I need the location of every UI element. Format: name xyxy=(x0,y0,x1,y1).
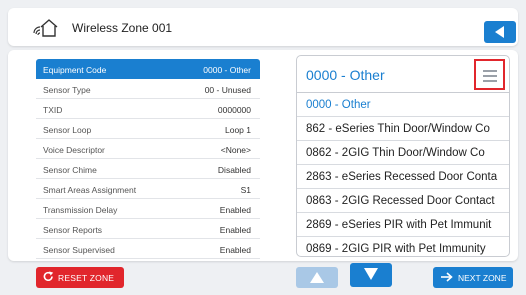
equipment-code-picker: 0000 - Other 0000 - Other 862 - eSeries T… xyxy=(296,55,510,257)
property-row[interactable]: Sensor Chime Disabled xyxy=(36,159,260,179)
property-row[interactable]: Equipment Code 0000 - Other xyxy=(36,59,260,79)
property-value: Enabled xyxy=(219,205,251,215)
property-label: Sensor Reports xyxy=(43,225,103,235)
reset-zone-label: RESET ZONE xyxy=(58,273,115,283)
picker-header: 0000 - Other xyxy=(297,56,509,93)
zone-settings-panel: Equipment Code 0000 - Other Sensor Type 00 … xyxy=(8,50,518,261)
picker-option[interactable]: 0000 - Other xyxy=(297,93,509,117)
property-value: 0000000 xyxy=(217,105,251,115)
picker-selected-value: 0000 - Other xyxy=(306,67,385,83)
property-label: Transmission Delay xyxy=(43,205,118,215)
scroll-up-button[interactable] xyxy=(296,267,338,288)
picker-option[interactable]: 2863 - eSeries Recessed Door Conta xyxy=(297,165,509,189)
picker-option[interactable]: 862 - eSeries Thin Door/Window Co xyxy=(297,117,509,141)
property-label: TXID xyxy=(43,105,63,115)
property-value: Disabled xyxy=(217,165,251,175)
property-row[interactable]: Transmission Delay Enabled xyxy=(36,199,260,219)
scroll-down-button[interactable] xyxy=(350,263,392,287)
next-zone-label: NEXT ZONE xyxy=(458,273,507,283)
property-label: Sensor Supervised xyxy=(43,245,115,255)
property-value: 00 - Unused xyxy=(204,85,251,95)
zone-editor-screen: Wireless Zone 001 Equipment Code 0000 - O… xyxy=(0,0,526,295)
property-label: Sensor Loop xyxy=(43,125,92,135)
page-title: Wireless Zone 001 xyxy=(72,21,173,35)
property-row[interactable]: Sensor Supervised Enabled xyxy=(36,239,260,259)
down-arrow-icon xyxy=(364,268,378,280)
hamburger-menu-icon-bar xyxy=(483,80,497,82)
picker-options-list: 0000 - Other 862 - eSeries Thin Door/Wind… xyxy=(297,93,509,256)
property-row[interactable]: Sensor Reports Enabled xyxy=(36,219,260,239)
refresh-icon xyxy=(43,271,54,284)
property-label: Sensor Type xyxy=(43,85,91,95)
next-zone-button[interactable]: NEXT ZONE xyxy=(433,267,513,288)
header-bar: Wireless Zone 001 xyxy=(8,8,518,46)
picker-option[interactable]: 0869 - 2GIG PIR with Pet Immunity xyxy=(297,237,509,256)
property-label: Equipment Code xyxy=(43,65,107,75)
property-row[interactable]: Smart Areas Assignment S1 xyxy=(36,179,260,199)
back-button[interactable] xyxy=(484,21,516,43)
right-arrow-icon xyxy=(441,272,453,284)
property-value: Enabled xyxy=(219,245,251,255)
picker-option[interactable]: 2869 - eSeries PIR with Pet Immunit xyxy=(297,213,509,237)
property-value: 0000 - Other xyxy=(203,65,251,75)
property-row[interactable]: Voice Descriptor <None> xyxy=(36,139,260,159)
hamburger-menu-icon-bar xyxy=(483,75,497,77)
property-row[interactable]: Sensor Loop Loop 1 xyxy=(36,119,260,139)
wireless-sensor-house-icon xyxy=(32,16,58,40)
property-label: Sensor Chime xyxy=(43,165,97,175)
reset-zone-button[interactable]: RESET ZONE xyxy=(36,267,124,288)
property-value: Loop 1 xyxy=(225,125,251,135)
hamburger-menu-icon xyxy=(483,70,497,72)
property-row[interactable]: Sensor Type 00 - Unused xyxy=(36,79,260,99)
back-arrow-icon xyxy=(495,26,504,38)
up-arrow-icon xyxy=(310,272,324,283)
property-label: Smart Areas Assignment xyxy=(43,185,137,195)
property-value: <None> xyxy=(220,145,251,155)
menu-button[interactable] xyxy=(474,59,505,90)
picker-option[interactable]: 0863 - 2GIG Recessed Door Contact xyxy=(297,189,509,213)
picker-option[interactable]: 0862 - 2GIG Thin Door/Window Co xyxy=(297,141,509,165)
property-value: S1 xyxy=(240,185,251,195)
property-label: Voice Descriptor xyxy=(43,145,105,155)
property-row[interactable]: TXID 0000000 xyxy=(36,99,260,119)
property-list: Equipment Code 0000 - Other Sensor Type 00 … xyxy=(36,59,260,261)
property-value: Enabled xyxy=(219,225,251,235)
